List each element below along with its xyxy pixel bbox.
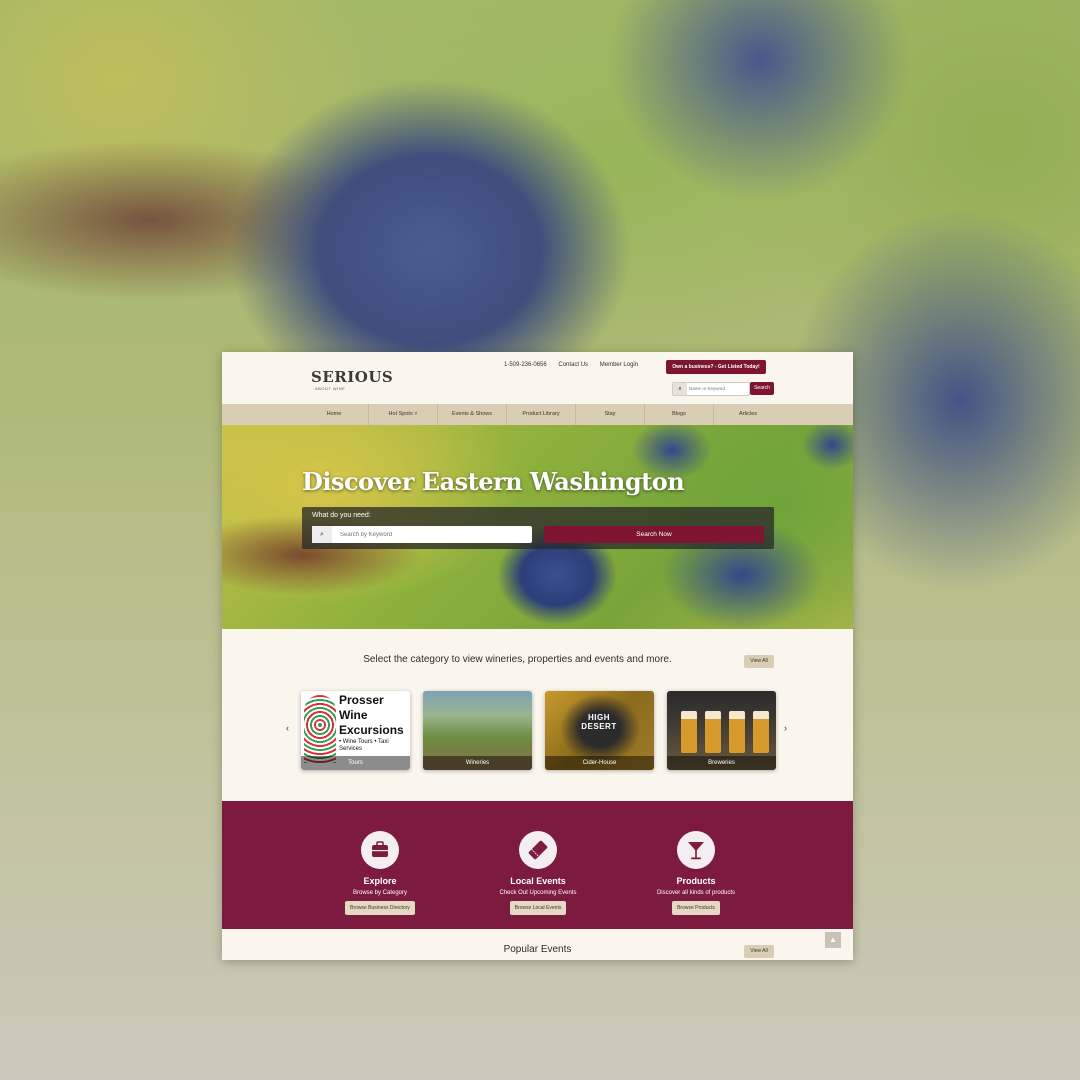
hero-search-label: What do you need: [312,512,371,519]
hero-search-input[interactable] [340,529,520,540]
hero-title: Discover Eastern Washington [302,467,685,496]
beer-glass-graphic [681,711,697,753]
beer-glass-graphic [753,711,769,753]
search-icon: ⌕ [673,383,687,395]
beer-glass-graphic [729,711,745,753]
hero-banner: Discover Eastern Washington What do you … [222,425,853,629]
high-desert-badge: HIGH DESERT [581,713,617,731]
member-login-link[interactable]: Member Login [600,362,638,368]
feature-title: Local Events [510,876,566,886]
category-carousel: Prosser Wine Excursions • Wine Tours • T… [301,691,776,770]
browse-products-button[interactable]: Browse Products [672,901,720,915]
feature-title: Explore [363,876,397,886]
top-links: 1-509-236-0656 Contact Us Member Login [504,362,648,368]
category-card-tours[interactable]: Prosser Wine Excursions • Wine Tours • T… [301,691,410,770]
site-header: SERIOUS ABOUT WINE 1-509-236-0656 Contac… [222,352,853,404]
site-logo[interactable]: SERIOUS [311,368,393,386]
card-label: Cider-House [545,756,654,770]
nav-blogs[interactable]: Blogs [645,404,714,425]
feature-products: Products Discover all kinds of products … [616,801,776,915]
category-card-wineries[interactable]: Wineries [423,691,532,770]
phone-link[interactable]: 1-509-236-0656 [504,362,547,368]
briefcase-icon [361,831,399,869]
feature-subtitle: Check Out Upcoming Events [499,890,577,896]
hero-search-box: What do you need: ⌕ Search Now [302,507,774,549]
nav-stay[interactable]: Stay [576,404,645,425]
header-search-button[interactable]: Search [750,382,774,395]
prosser-logo-graphic [304,695,336,763]
categories-view-all-button[interactable]: View All [744,655,774,668]
features-band: Explore Browse by Category Browse Busine… [222,801,853,929]
header-search: ⌕ [672,382,750,396]
feature-explore: Explore Browse by Category Browse Busine… [300,801,460,915]
card-label: Wineries [423,756,532,770]
hero-search-field: ⌕ [312,526,532,543]
search-now-button[interactable]: Search Now [544,526,764,543]
nav-product-library[interactable]: Product Library [507,404,576,425]
logo-tagline: ABOUT WINE [315,386,346,391]
main-nav: Home Hot Spots ˅ Events & Shows Product … [222,404,853,425]
card-label: Breweries [667,756,776,770]
category-card-cider-house[interactable]: HIGH DESERT Cider-House [545,691,654,770]
search-icon: ⌕ [312,526,332,543]
cocktail-glass-icon [677,831,715,869]
feature-local-events: Local Events Check Out Upcoming Events B… [458,801,618,915]
nav-home[interactable]: Home [300,404,369,425]
ticket-icon [519,831,557,869]
browse-local-events-button[interactable]: Browse Local Events [509,901,567,915]
feature-subtitle: Discover all kinds of products [656,890,736,896]
header-search-input[interactable] [689,384,745,393]
website-screenshot: SERIOUS ABOUT WINE 1-509-236-0656 Contac… [222,352,853,960]
popular-events-view-all-button[interactable]: View All [744,945,774,958]
nav-events-shows[interactable]: Events & Shows [438,404,507,425]
card-brand-text: Prosser Wine Excursions [339,693,404,737]
feature-title: Products [676,876,716,886]
feature-subtitle: Browse by Category [352,890,408,896]
contact-link[interactable]: Contact Us [558,362,588,368]
nav-hot-spots[interactable]: Hot Spots ˅ [369,404,438,425]
beer-glass-graphic [705,711,721,753]
get-listed-button[interactable]: Own a business? - Get Listed Today! [666,360,766,374]
card-services-text: • Wine Tours • Taxi Services [339,739,389,752]
carousel-prev-arrow[interactable]: ‹ [286,723,289,733]
nav-articles[interactable]: Articles [714,404,782,425]
browse-business-directory-button[interactable]: Browse Business Directory [345,901,415,915]
card-label: Tours [301,756,410,770]
scroll-to-top-icon[interactable]: ▲ [825,932,841,948]
category-card-breweries[interactable]: Breweries [667,691,776,770]
carousel-next-arrow[interactable]: › [784,723,787,733]
